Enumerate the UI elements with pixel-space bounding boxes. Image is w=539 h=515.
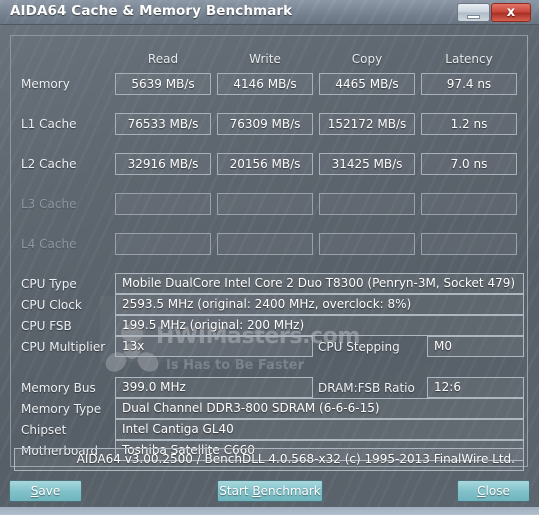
cell-l2-latency: 7.0 ns bbox=[421, 153, 517, 175]
row-label-l1-cache: L1 Cache bbox=[21, 117, 77, 131]
field-cpu-stepping: M0 bbox=[427, 336, 524, 357]
label-cpu-fsb: CPU FSB bbox=[21, 319, 72, 333]
start-benchmark-post: enchmark bbox=[260, 484, 321, 498]
field-cpu-fsb: 199.5 MHz (original: 200 MHz) bbox=[115, 315, 524, 336]
close-icon: x bbox=[506, 5, 516, 20]
label-memory-bus: Memory Bus bbox=[21, 381, 96, 395]
cell-l4-latency bbox=[421, 233, 517, 255]
title-bar: AIDA64 Cache & Memory Benchmark x bbox=[0, 0, 539, 25]
label-cpu-stepping: CPU Stepping bbox=[318, 340, 400, 354]
save-button-post: ave bbox=[38, 484, 61, 498]
close-button-accel: C bbox=[477, 484, 486, 498]
cell-l2-read: 32916 MB/s bbox=[115, 153, 211, 175]
cell-l3-read bbox=[115, 193, 211, 215]
field-dram-fsb-ratio: 12:6 bbox=[427, 377, 524, 398]
field-cpu-clock: 2593.5 MHz (original: 2400 MHz, overcloc… bbox=[115, 294, 524, 315]
window-title: AIDA64 Cache & Memory Benchmark bbox=[10, 3, 293, 19]
row-label-l3-cache: L3 Cache bbox=[21, 197, 77, 211]
minimize-icon bbox=[467, 15, 480, 19]
cell-l3-write bbox=[217, 193, 313, 215]
label-memory-type: Memory Type bbox=[21, 402, 102, 416]
bottom-strip bbox=[0, 507, 539, 515]
cell-l3-copy bbox=[319, 193, 415, 215]
start-benchmark-button[interactable]: Start Benchmark bbox=[217, 480, 323, 502]
column-header-latency: Latency bbox=[445, 52, 493, 66]
cell-memory-latency: 97.4 ns bbox=[421, 73, 517, 95]
cell-l4-copy bbox=[319, 233, 415, 255]
cell-l4-read bbox=[115, 233, 211, 255]
cell-memory-write: 4146 MB/s bbox=[217, 73, 313, 95]
cell-l2-write: 20156 MB/s bbox=[217, 153, 313, 175]
cell-l4-write bbox=[217, 233, 313, 255]
label-cpu-multiplier: CPU Multiplier bbox=[21, 340, 106, 354]
cell-memory-read: 5639 MB/s bbox=[115, 73, 211, 95]
field-memory-bus: 399.0 MHz bbox=[115, 377, 313, 398]
field-cpu-multiplier: 13x bbox=[115, 336, 313, 357]
cell-l3-latency bbox=[421, 193, 517, 215]
cell-l1-latency: 1.2 ns bbox=[421, 113, 517, 135]
save-button[interactable]: Save bbox=[9, 480, 82, 502]
start-benchmark-accel: B bbox=[252, 484, 261, 498]
cell-l1-read: 76533 MB/s bbox=[115, 113, 211, 135]
cell-l1-write: 76309 MB/s bbox=[217, 113, 313, 135]
field-memory-type: Dual Channel DDR3-800 SDRAM (6-6-6-15) bbox=[115, 398, 524, 419]
aida64-benchmark-window: AIDA64 Cache & Memory Benchmark x HWIMas… bbox=[0, 0, 539, 515]
close-button-post: lose bbox=[485, 484, 510, 498]
field-chipset: Intel Cantiga GL40 bbox=[115, 419, 524, 440]
start-benchmark-pre: Start bbox=[219, 484, 253, 498]
cell-l2-copy: 31425 MB/s bbox=[319, 153, 415, 175]
row-label-l2-cache: L2 Cache bbox=[21, 157, 77, 171]
close-window-button[interactable]: x bbox=[491, 3, 531, 22]
field-cpu-type: Mobile DualCore Intel Core 2 Duo T8300 (… bbox=[115, 273, 524, 294]
label-cpu-type: CPU Type bbox=[21, 277, 77, 291]
label-chipset: Chipset bbox=[21, 423, 67, 437]
column-header-copy: Copy bbox=[351, 52, 383, 66]
close-dialog-button[interactable]: Close bbox=[457, 480, 530, 502]
row-label-memory: Memory bbox=[21, 77, 70, 91]
row-label-l4-cache: L4 Cache bbox=[21, 237, 77, 251]
label-dram-fsb-ratio: DRAM:FSB Ratio bbox=[318, 381, 415, 395]
label-cpu-clock: CPU Clock bbox=[21, 298, 82, 312]
column-header-read: Read bbox=[147, 52, 179, 66]
column-header-write: Write bbox=[249, 52, 281, 66]
minimize-button[interactable] bbox=[457, 3, 490, 22]
version-info-field: AIDA64 v3.00.2500 / BenchDLL 4.0.568-x32… bbox=[14, 448, 524, 471]
cell-memory-copy: 4465 MB/s bbox=[319, 73, 415, 95]
cell-l1-copy: 152172 MB/s bbox=[319, 113, 415, 135]
